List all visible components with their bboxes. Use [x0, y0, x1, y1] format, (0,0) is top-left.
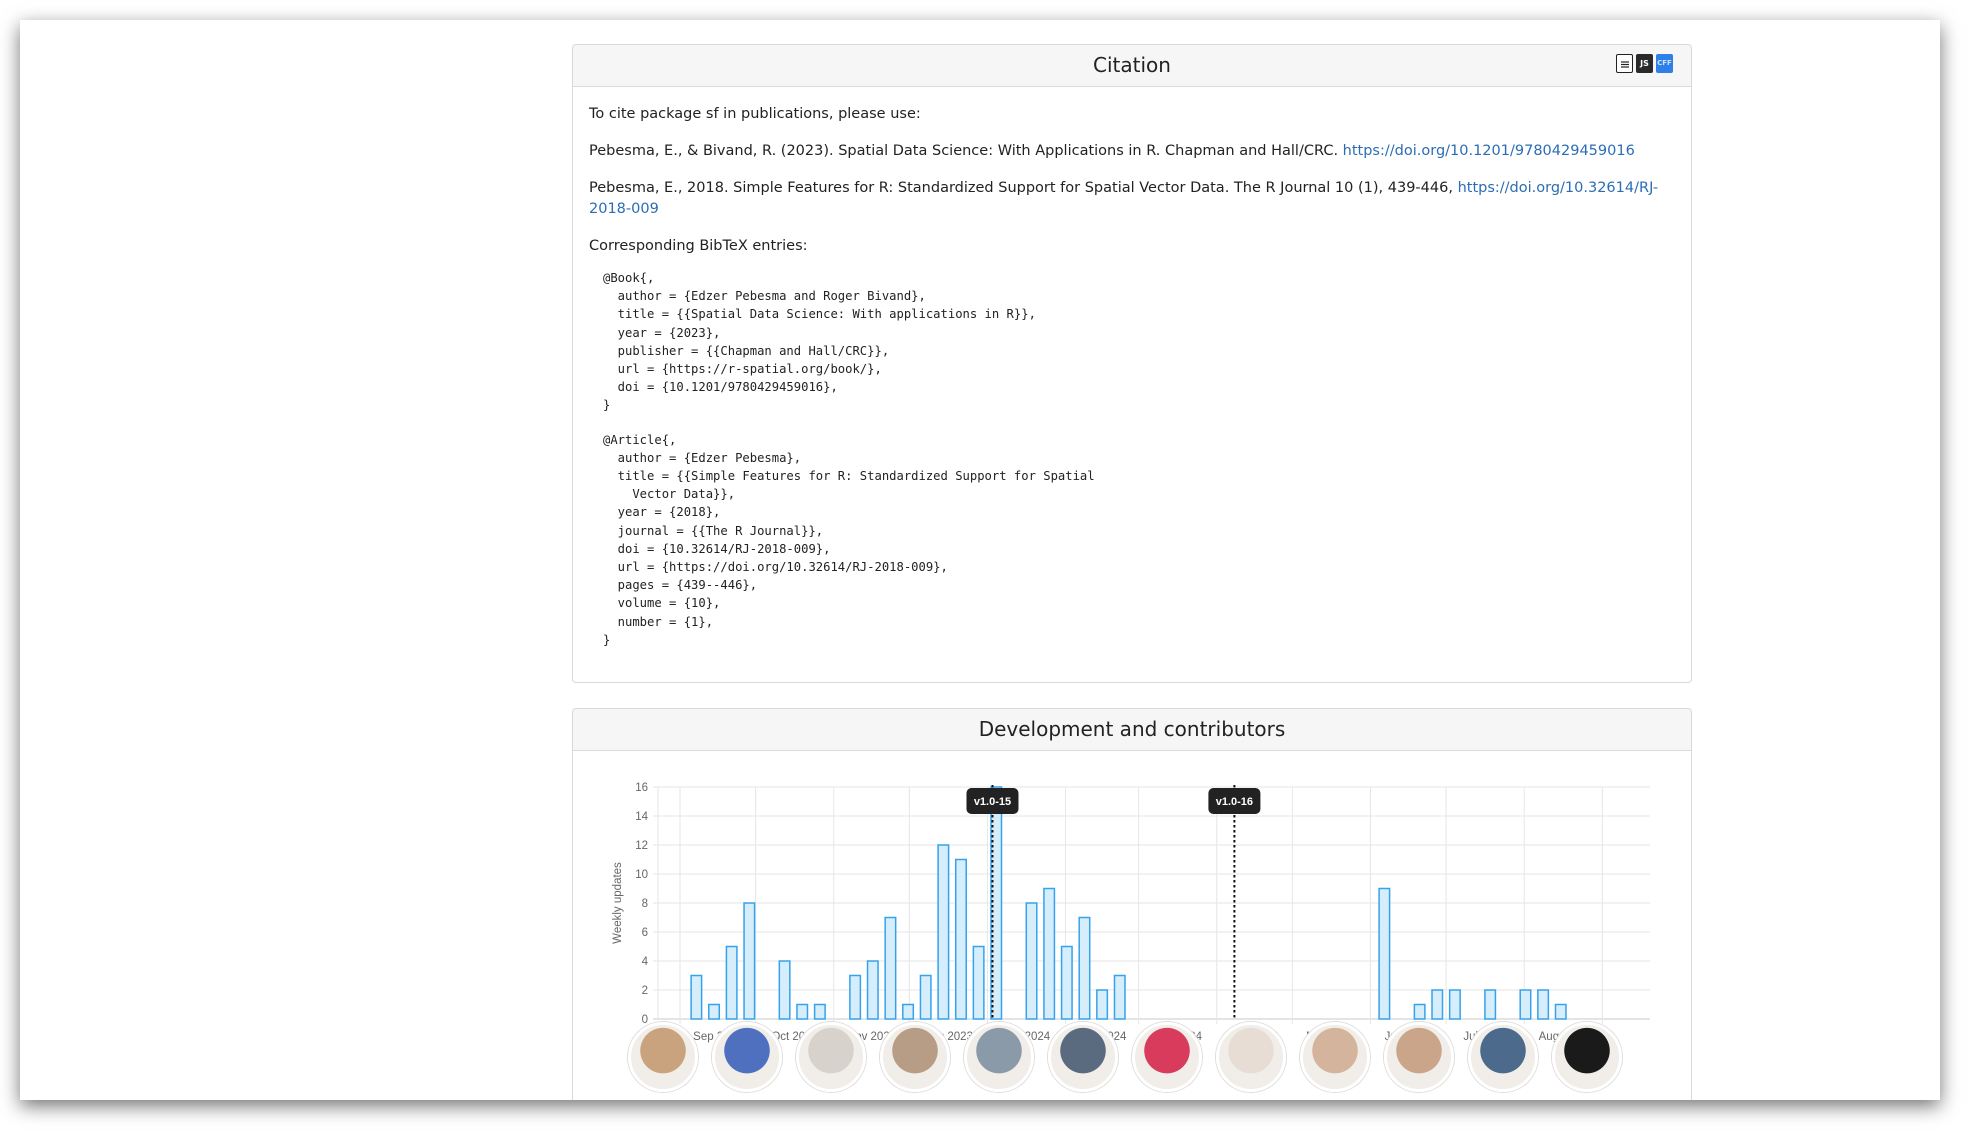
bibtex-heading: Corresponding BibTeX entries:	[589, 238, 808, 254]
reference-2-text: Pebesma, E., 2018. Simple Features for R…	[589, 180, 1458, 196]
citation-download-icons: JS CFF	[1616, 54, 1673, 73]
bar	[796, 1003, 809, 1020]
contributor-avatar[interactable]	[1048, 1022, 1118, 1092]
citation-panel: Citation JS CFF To cite package sf in pu…	[572, 44, 1692, 683]
bar	[1484, 989, 1497, 1020]
contributor-avatar[interactable]	[712, 1022, 782, 1092]
y-tick-label: 2	[642, 985, 648, 997]
bar	[778, 960, 791, 1020]
bar	[1378, 887, 1391, 1020]
bibtex-book-entry: @Book{, author = {Edzer Pebesma and Roge…	[603, 271, 1036, 413]
weekly-updates-chart-area: 0246810121416Sep 2023Oct 2023Nov 2023Dec…	[573, 751, 1691, 1051]
document-icon[interactable]	[1616, 54, 1633, 73]
contributor-avatar[interactable]	[1384, 1022, 1454, 1092]
y-tick-label: 8	[642, 898, 648, 910]
reference-1-doi-link[interactable]: https://doi.org/10.1201/9780429459016	[1343, 143, 1635, 159]
bar	[1554, 1003, 1567, 1020]
reference-1: Pebesma, E., & Bivand, R. (2023). Spatia…	[589, 141, 1675, 162]
bar	[1413, 1003, 1426, 1020]
y-tick-label: 14	[635, 811, 648, 823]
bar	[1060, 945, 1073, 1020]
contributor-avatar[interactable]	[880, 1022, 950, 1092]
bar	[1078, 916, 1091, 1020]
json-icon[interactable]: JS	[1636, 54, 1653, 73]
contributor-avatars	[628, 1022, 1622, 1092]
bar	[1113, 974, 1126, 1020]
bar	[919, 974, 932, 1020]
bar	[725, 945, 738, 1020]
contributor-avatar[interactable]	[1300, 1022, 1370, 1092]
bar	[690, 974, 703, 1020]
y-tick-label: 6	[642, 927, 648, 939]
contributor-avatar[interactable]	[964, 1022, 1034, 1092]
contributor-avatar[interactable]	[796, 1022, 866, 1092]
bar	[1431, 989, 1444, 1020]
bar	[708, 1003, 721, 1020]
bar	[972, 945, 985, 1020]
citation-intro: To cite package sf in publications, plea…	[589, 106, 921, 122]
weekly-updates-chart: 0246810121416Sep 2023Oct 2023Nov 2023Dec…	[612, 782, 1650, 1043]
reference-2: Pebesma, E., 2018. Simple Features for R…	[589, 178, 1675, 220]
y-tick-label: 16	[635, 782, 648, 794]
development-panel: Development and contributors 0 2 4 6 8 10 12 14…	[572, 708, 1692, 1100]
y-tick-label: 12	[635, 840, 648, 852]
bar	[1025, 902, 1038, 1020]
y-axis-label: Weekly updates	[612, 862, 624, 944]
y-tick-label: 4	[642, 956, 649, 968]
bar	[866, 960, 879, 1020]
cff-icon[interactable]: CFF	[1656, 54, 1673, 73]
bar	[743, 902, 756, 1020]
release-label: v1.0-16	[1216, 796, 1253, 808]
bar	[902, 1003, 915, 1020]
bar	[954, 858, 967, 1020]
browser-page: Citation JS CFF To cite package sf in pu…	[20, 20, 1940, 1100]
bar	[937, 844, 950, 1020]
bibtex-article-entry: @Article{, author = {Edzer Pebesma}, tit…	[603, 432, 1095, 647]
contributor-avatar[interactable]	[628, 1022, 698, 1092]
bar	[1043, 887, 1056, 1020]
contributor-avatar[interactable]	[1552, 1022, 1622, 1092]
contributor-avatar[interactable]	[1132, 1022, 1202, 1092]
bar	[1537, 989, 1550, 1020]
release-label: v1.0-15	[974, 796, 1011, 808]
bar	[1448, 989, 1461, 1020]
citation-heading: Citation JS CFF	[573, 45, 1691, 87]
development-title: Development and contributors	[978, 717, 1286, 741]
contributor-avatar[interactable]	[1468, 1022, 1538, 1092]
bar	[849, 974, 862, 1020]
y-tick-label: 10	[635, 869, 648, 881]
citation-title: Citation	[1093, 53, 1171, 77]
reference-1-text: Pebesma, E., & Bivand, R. (2023). Spatia…	[589, 143, 1343, 159]
bar	[1096, 989, 1109, 1020]
development-heading: Development and contributors	[573, 709, 1691, 751]
citation-body: To cite package sf in publications, plea…	[573, 87, 1691, 663]
bar	[884, 916, 897, 1020]
bar	[1519, 989, 1532, 1020]
bar	[813, 1003, 826, 1020]
contributor-avatar[interactable]	[1216, 1022, 1286, 1092]
